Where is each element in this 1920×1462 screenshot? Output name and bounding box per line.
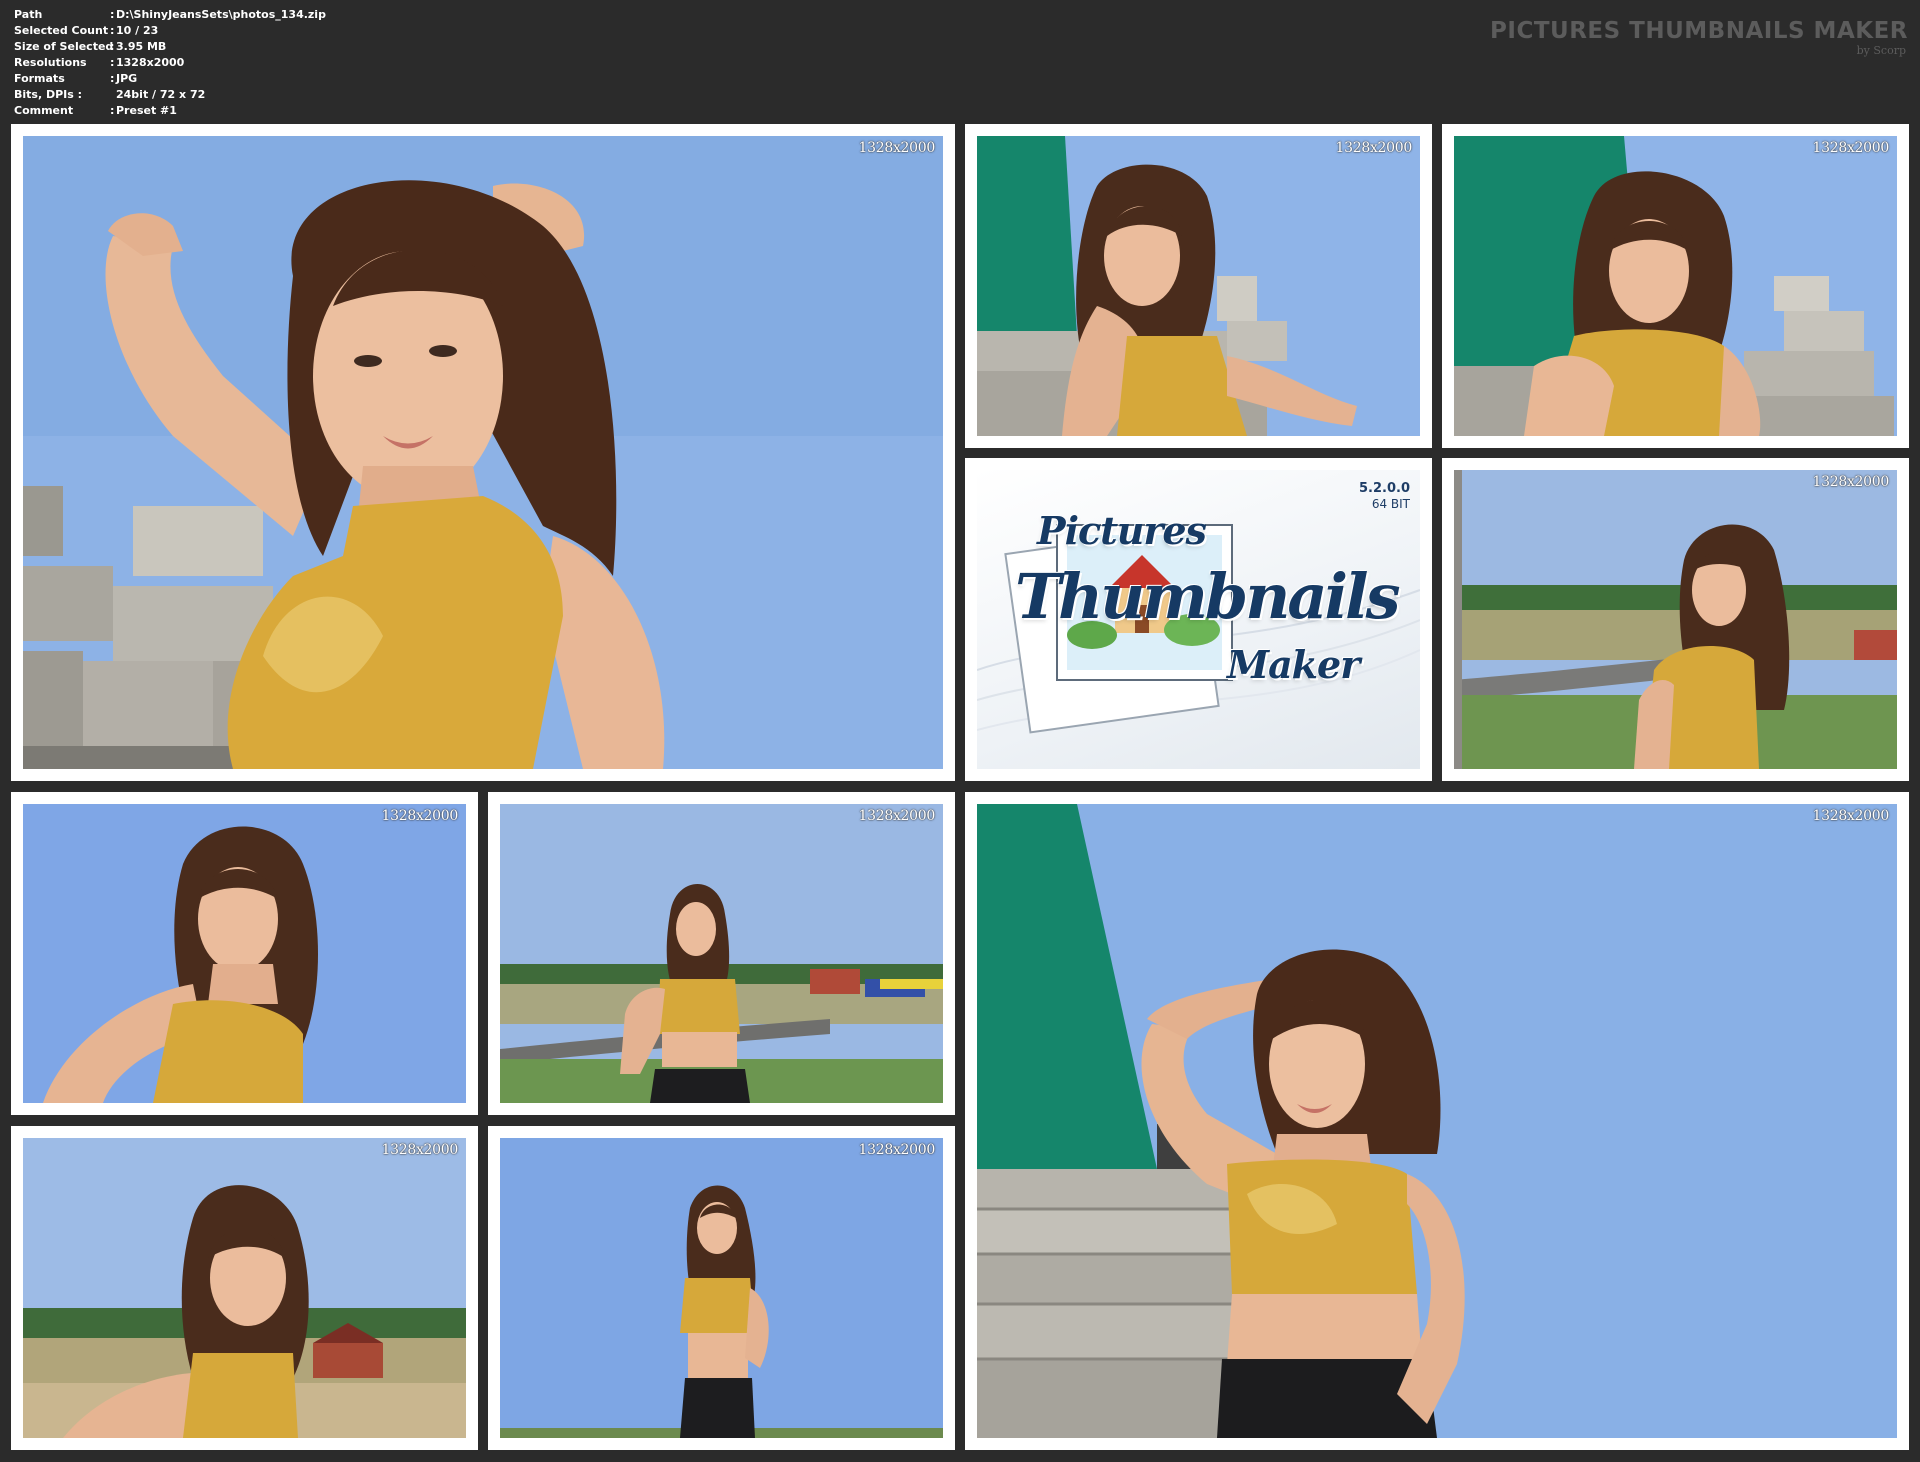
info-row-bits-dpis: Bits, DPIs : 24bit / 72 x 72 xyxy=(14,87,574,103)
thumbnail-card[interactable]: 1328x2000 xyxy=(1442,124,1909,448)
resolution-badge: 1328x2000 xyxy=(1812,808,1890,824)
thumbnail-image: 1328x2000 xyxy=(977,136,1420,436)
photo-scene-field-road xyxy=(1454,470,1897,769)
info-separator: : xyxy=(110,24,115,37)
info-value: 3.95 MB xyxy=(116,40,167,53)
info-value: 1328x2000 xyxy=(116,56,185,69)
photo-scene-sky-full xyxy=(500,1138,943,1438)
info-separator: : xyxy=(110,72,115,85)
info-label: Resolutions xyxy=(14,56,87,69)
info-row-formats: Formats : JPG xyxy=(14,71,574,87)
info-value: 24bit / 72 x 72 xyxy=(116,88,206,101)
photo-scene-green-wall-bricks-2 xyxy=(1454,136,1897,436)
thumbnail-card[interactable]: 1328x2000 xyxy=(1442,458,1909,781)
info-label: Path xyxy=(14,8,43,21)
resolution-badge: 1328x2000 xyxy=(381,808,459,824)
resolution-badge: 1328x2000 xyxy=(381,1142,459,1158)
resolution-badge: 1328x2000 xyxy=(858,808,936,824)
resolution-badge: 1328x2000 xyxy=(1812,140,1890,156)
thumbnail-image: 1328x2000 xyxy=(1454,136,1897,436)
photo-scene-sky-bricks-closeup xyxy=(23,136,943,769)
info-row-selected-count: Selected Count : 10 / 23 xyxy=(14,23,574,39)
info-row-size: Size of Selected : 3.95 MB xyxy=(14,39,574,55)
resolution-badge: 1328x2000 xyxy=(858,1142,936,1158)
info-value: D:\ShinyJeansSets\photos_134.zip xyxy=(116,8,326,21)
thumbnail-image: 1328x2000 xyxy=(500,1138,943,1438)
info-separator: : xyxy=(110,104,115,117)
info-separator: : xyxy=(110,40,115,53)
info-separator: : xyxy=(110,56,115,69)
info-row-resolutions: Resolutions : 1328x2000 xyxy=(14,55,574,71)
app-logo: 5.2.0.0 64 BIT Pictures Thumbnails Maker xyxy=(977,470,1420,769)
brand-subtitle: by Scorp xyxy=(1856,44,1906,57)
photo-scene-sky-portrait xyxy=(23,804,466,1103)
resolution-badge: 1328x2000 xyxy=(1812,474,1890,490)
info-value: Preset #1 xyxy=(116,104,177,117)
thumbnail-card[interactable]: 1328x2000 xyxy=(11,1126,478,1450)
thumbnail-card[interactable]: 1328x2000 xyxy=(965,124,1432,448)
logo-word-pictures: Pictures xyxy=(1037,508,1207,553)
thumbnail-image: 1328x2000 xyxy=(977,804,1897,1438)
version-number: 5.2.0.0 xyxy=(1359,481,1410,496)
info-value: JPG xyxy=(116,72,138,85)
thumbnail-image: 1328x2000 xyxy=(1454,470,1897,769)
thumbnail-image: 1328x2000 xyxy=(23,136,943,769)
thumbnail-image: 1328x2000 xyxy=(23,1138,466,1438)
version-info: 5.2.0.0 64 BIT xyxy=(1359,480,1410,512)
logo-word-maker: Maker xyxy=(1227,642,1360,687)
brand-watermark: PICTURES THUMBNAILS MAKER by Scorp xyxy=(1490,18,1908,58)
thumbnail-card[interactable]: 1328x2000 xyxy=(488,1126,955,1450)
resolution-badge: 1328x2000 xyxy=(858,140,936,156)
info-row-comment: Comment : Preset #1 xyxy=(14,103,574,119)
info-separator: : xyxy=(110,8,115,21)
thumbnail-sheet: Path : D:\ShinyJeansSets\photos_134.zip … xyxy=(0,0,1920,1462)
info-label: Selected Count xyxy=(14,24,109,37)
version-bits: 64 BIT xyxy=(1371,497,1410,511)
thumbnail-image: 1328x2000 xyxy=(23,804,466,1103)
thumbnail-image: 1328x2000 xyxy=(500,804,943,1103)
thumbnail-card[interactable]: 1328x2000 xyxy=(11,792,478,1115)
info-panel: Path : D:\ShinyJeansSets\photos_134.zip … xyxy=(14,7,574,119)
thumbnail-card[interactable]: 1328x2000 xyxy=(488,792,955,1115)
info-label: Size of Selected xyxy=(14,40,114,53)
info-row-path: Path : D:\ShinyJeansSets\photos_134.zip xyxy=(14,7,574,23)
logo-word-thumbnails: Thumbnails xyxy=(1015,560,1401,633)
photo-scene-field-village-2 xyxy=(23,1138,466,1438)
logo-card: 5.2.0.0 64 BIT Pictures Thumbnails Maker xyxy=(965,458,1432,781)
brand-title: PICTURES THUMBNAILS MAKER xyxy=(1490,18,1908,44)
info-label: Bits, DPIs : xyxy=(14,88,83,101)
info-label: Formats xyxy=(14,72,65,85)
photo-scene-green-wall-large xyxy=(977,804,1897,1438)
photo-scene-field-village xyxy=(500,804,943,1103)
resolution-badge: 1328x2000 xyxy=(1335,140,1413,156)
photo-scene-green-wall-bricks xyxy=(977,136,1420,436)
info-label: Comment xyxy=(14,104,74,117)
info-value: 10 / 23 xyxy=(116,24,159,37)
thumbnail-card[interactable]: 1328x2000 xyxy=(965,792,1909,1450)
thumbnail-card[interactable]: 1328x2000 xyxy=(11,124,955,781)
